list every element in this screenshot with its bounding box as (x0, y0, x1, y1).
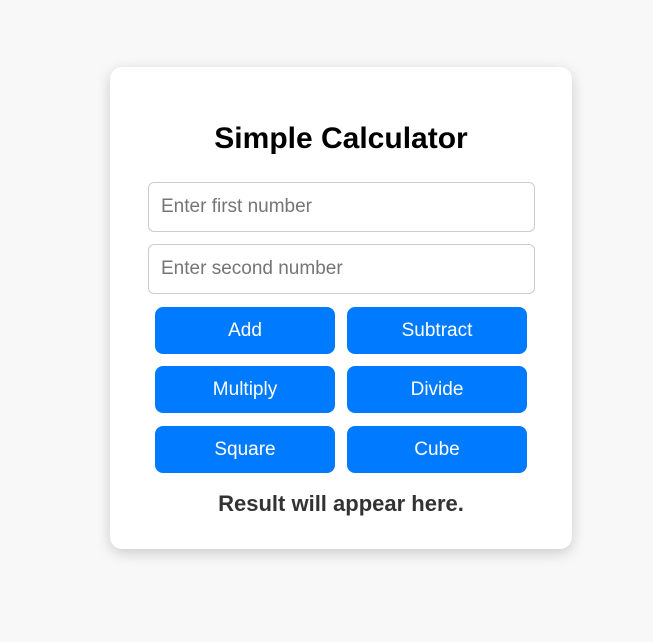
add-button[interactable]: Add (155, 307, 335, 354)
result-text: Result will appear here. (218, 491, 464, 516)
second-number-input[interactable] (148, 244, 535, 294)
page-title: Simple Calculator (214, 122, 468, 155)
first-number-input[interactable] (148, 182, 535, 232)
calculator-card: Simple Calculator Add Subtract Multiply … (110, 67, 572, 549)
divide-button[interactable]: Divide (347, 366, 527, 413)
square-button[interactable]: Square (155, 426, 335, 473)
multiply-button[interactable]: Multiply (155, 366, 335, 413)
cube-button[interactable]: Cube (347, 426, 527, 473)
subtract-button[interactable]: Subtract (347, 307, 527, 354)
